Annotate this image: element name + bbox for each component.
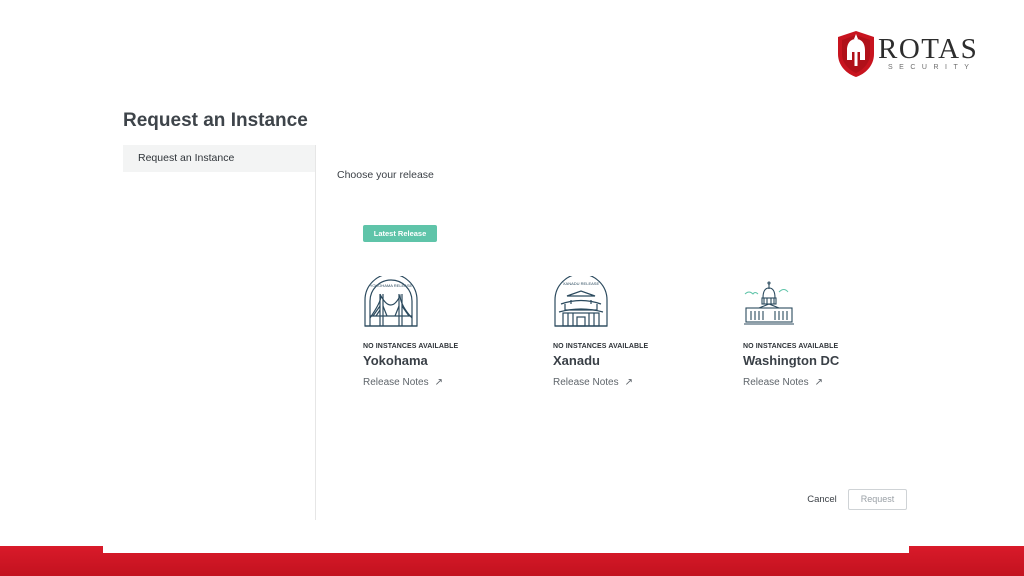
spartan-helmet-shield-icon: [838, 31, 874, 77]
xanadu-badge-text: XANADU RELEASE: [563, 281, 600, 286]
release-card-washington-dc[interactable]: NO INSTANCES AVAILABLE Washington DC Rel…: [743, 276, 903, 388]
availability-status: NO INSTANCES AVAILABLE: [363, 343, 459, 350]
release-notes-link[interactable]: Release Notes ↗: [553, 377, 713, 388]
xanadu-temple-icon: XANADU RELEASE: [554, 276, 608, 327]
sidebar-item-request-instance[interactable]: Request an Instance: [123, 145, 315, 172]
external-link-arrow-icon: ↗: [434, 377, 443, 388]
release-notes-label: Release Notes: [743, 377, 809, 388]
sidebar-divider: [315, 145, 316, 520]
release-name: Xanadu: [553, 353, 600, 368]
release-card-yokohama[interactable]: YOKOHAMA RELEASE NO INSTANCES AVAILABLE …: [363, 276, 523, 388]
yokohama-badge-text: YOKOHAMA RELEASE: [370, 283, 413, 288]
release-notes-label: Release Notes: [553, 377, 619, 388]
sidebar: Request an Instance: [123, 145, 315, 172]
washington-capitol-icon: [744, 281, 794, 325]
external-link-arrow-icon: ↗: [624, 377, 633, 388]
yokohama-bridge-icon: YOKOHAMA RELEASE: [364, 276, 418, 327]
release-card-xanadu[interactable]: XANADU RELEASE NO INSTANCES AVAILABLE Xa…: [553, 276, 713, 388]
choose-release-label: Choose your release: [337, 169, 434, 181]
release-name: Washington DC: [743, 353, 840, 368]
release-name: Yokohama: [363, 353, 428, 368]
brand-name: ROTAS: [878, 33, 979, 65]
page-title: Request an Instance: [123, 110, 308, 131]
rotas-security-logo: ROTAS SECURITY: [836, 30, 986, 80]
request-button[interactable]: Request: [848, 489, 907, 510]
footer-white-strip: [103, 546, 909, 553]
release-notes-link[interactable]: Release Notes ↗: [363, 377, 523, 388]
latest-release-badge: Latest Release: [363, 225, 437, 242]
external-link-arrow-icon: ↗: [814, 377, 823, 388]
cancel-button[interactable]: Cancel: [800, 490, 844, 510]
availability-status: NO INSTANCES AVAILABLE: [743, 343, 839, 350]
release-notes-label: Release Notes: [363, 377, 429, 388]
availability-status: NO INSTANCES AVAILABLE: [553, 343, 649, 350]
brand-tagline: SECURITY: [888, 64, 976, 71]
release-notes-link[interactable]: Release Notes ↗: [743, 377, 903, 388]
